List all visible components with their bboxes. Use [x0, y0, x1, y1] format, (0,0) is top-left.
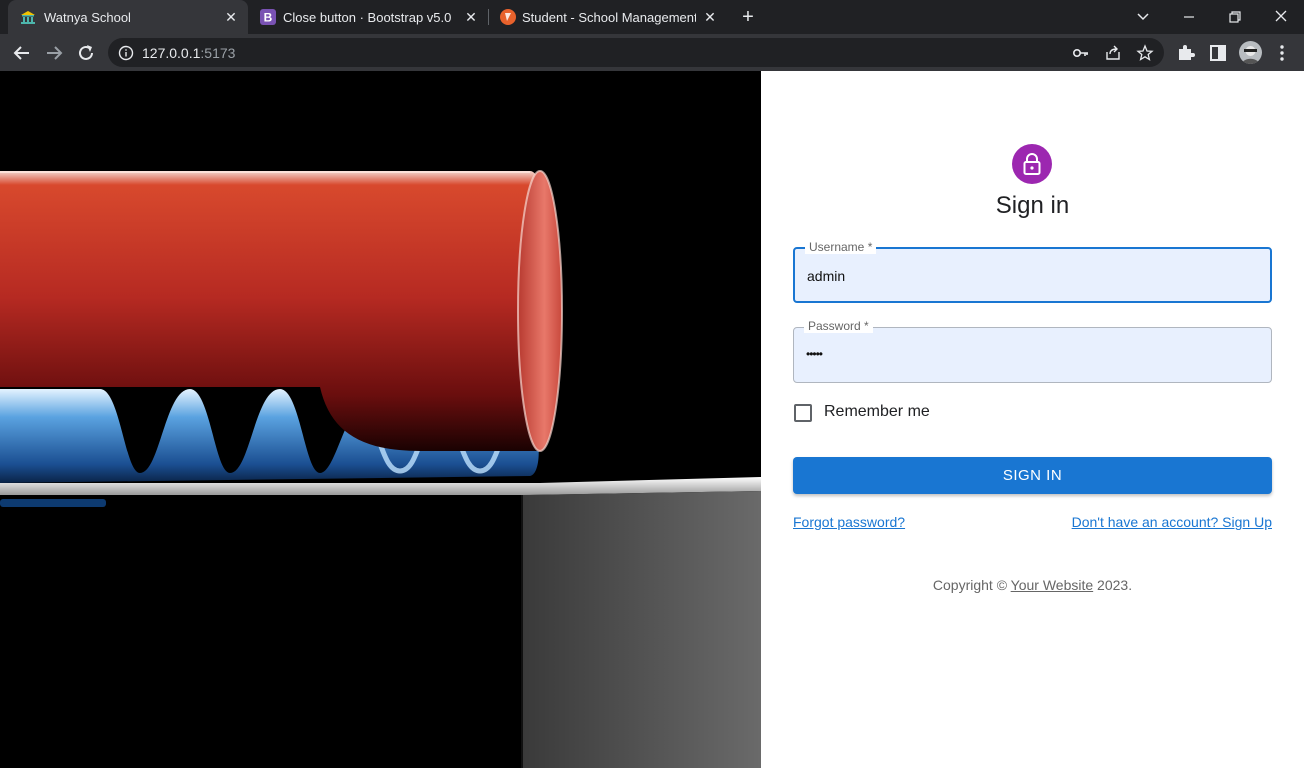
lock-avatar: [1012, 144, 1052, 184]
forgot-password-link[interactable]: Forgot password?: [793, 514, 905, 530]
url-text: 127.0.0.1:5173: [142, 45, 235, 61]
svg-text:B: B: [264, 11, 273, 25]
window-close-icon[interactable]: [1270, 6, 1292, 28]
username-input[interactable]: admin: [807, 268, 845, 284]
tab-title: Close button · Bootstrap v5.0: [283, 10, 452, 25]
share-icon[interactable]: [1104, 44, 1122, 62]
close-icon[interactable]: ✕: [462, 8, 480, 26]
url-port: :5173: [200, 45, 236, 61]
sign-in-panel: Sign in Username * admin Password * ••••…: [761, 71, 1304, 768]
back-arrow-icon[interactable]: [11, 42, 33, 64]
browser-tab-strip: Watnya School ✕ B Close button · Bootstr…: [0, 0, 1304, 34]
new-tab-button[interactable]: +: [738, 7, 758, 27]
username-label: Username *: [805, 240, 877, 254]
tab-student-school-management[interactable]: Student - School Management Sy ✕: [488, 0, 728, 34]
hero-image: [0, 71, 761, 768]
key-icon[interactable]: [1072, 44, 1090, 62]
minimize-icon[interactable]: [1178, 6, 1200, 28]
vite-icon: [500, 9, 516, 25]
restore-icon[interactable]: [1224, 6, 1246, 28]
school-icon: [21, 11, 35, 24]
username-field[interactable]: Username * admin: [793, 240, 1272, 303]
page-title: Sign in: [995, 192, 1070, 219]
profile-icon: [1239, 41, 1262, 64]
reload-icon[interactable]: [75, 42, 97, 64]
profile-avatar[interactable]: [1239, 41, 1262, 64]
extensions-puzzle-icon[interactable]: [1176, 43, 1196, 63]
browser-toolbar: 127.0.0.1:5173: [0, 34, 1304, 71]
tab-title: Watnya School: [44, 10, 131, 25]
website-link[interactable]: Your Website: [1011, 577, 1094, 593]
info-icon[interactable]: [117, 44, 135, 62]
tab-search-chevron-icon[interactable]: [1132, 6, 1154, 28]
lock-icon: [1023, 153, 1041, 175]
copyright-footer: Copyright © Your Website 2023.: [761, 577, 1304, 593]
tab-bootstrap-close-button[interactable]: B Close button · Bootstrap v5.0 ✕: [248, 0, 488, 34]
copyright-prefix: Copyright ©: [932, 577, 1011, 593]
close-icon[interactable]: ✕: [222, 8, 240, 26]
tab-watnya-school[interactable]: Watnya School ✕: [8, 0, 248, 34]
password-input[interactable]: •••••: [806, 347, 823, 361]
password-field[interactable]: Password * •••••: [793, 319, 1272, 383]
close-icon[interactable]: ✕: [701, 8, 719, 26]
remember-me-label[interactable]: Remember me: [824, 403, 930, 421]
side-panel-icon[interactable]: [1208, 43, 1228, 63]
sign-up-link[interactable]: Don't have an account? Sign Up: [1072, 514, 1272, 530]
forward-arrow-icon[interactable]: [43, 42, 65, 64]
kebab-menu-icon[interactable]: [1272, 43, 1292, 63]
password-label: Password *: [804, 319, 873, 333]
sign-in-button[interactable]: SIGN IN: [793, 457, 1272, 494]
abstract-3d-tube-illustration: [0, 71, 761, 768]
bootstrap-icon: B: [260, 9, 276, 25]
url-host: 127.0.0.1: [142, 45, 201, 61]
bookmark-star-icon[interactable]: [1136, 44, 1154, 62]
copyright-year: 2023.: [1093, 577, 1133, 593]
page-viewport: Sign in Username * admin Password * ••••…: [0, 71, 1304, 768]
tab-title: Student - School Management Sy: [522, 10, 696, 25]
remember-me-checkbox[interactable]: [794, 404, 812, 422]
address-bar[interactable]: 127.0.0.1:5173: [108, 38, 1164, 67]
